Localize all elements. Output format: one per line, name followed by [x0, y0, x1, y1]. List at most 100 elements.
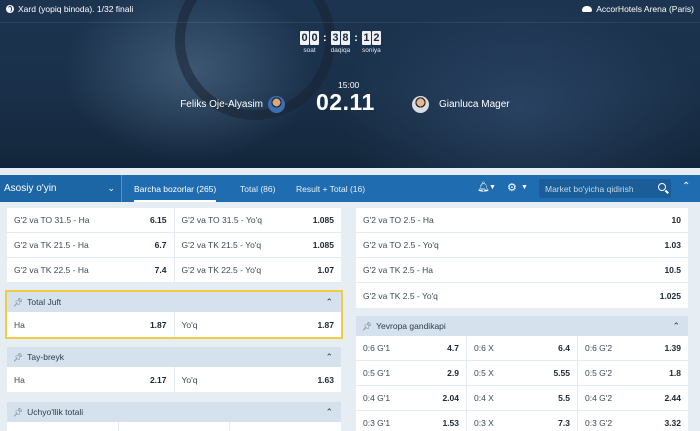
- tournament-name: Xard (yopiq binoda). 1/32 finali: [18, 4, 134, 14]
- market-card: G'2 va TO 2.5 - Ha 10 G'2 va TO 2.5 - Yo'…: [356, 208, 688, 308]
- market-yevropa-gandikapi: 📌︎ Yevropa gandikapi ⌃ 0:6 G'1 4.7 0:6 X6…: [356, 316, 688, 431]
- market-header[interactable]: 📌︎ Tay-breyk ⌃: [7, 347, 341, 367]
- tab-result-total[interactable]: Result + Total (16): [296, 175, 365, 202]
- odds-cell[interactable]: 0:6 X 6.4: [467, 336, 578, 360]
- market-title: Tay-breyk: [27, 352, 64, 362]
- timer-digit: 8: [340, 31, 350, 45]
- market-row: G'2 va TO 31.5 - Ha 6.15 G'2 va TO 31.5 -…: [7, 208, 341, 233]
- timer-minutes: 3 8 daqiqa: [330, 31, 351, 54]
- player1-avatar: [268, 96, 285, 113]
- market-tabbar: Asosiy o'yin ⌄ Barcha bozorlar (265) Tot…: [0, 175, 700, 202]
- tournament-info: Xard (yopiq binoda). 1/32 finali: [6, 4, 133, 14]
- odds-cell[interactable]: 0:3 X 7.3: [467, 411, 578, 431]
- market-tay-breyk: 📌︎ Tay-breyk ⌃ Ha 2.17 Yo'q 1.63: [7, 347, 341, 392]
- chevron-up-icon[interactable]: ⌃: [672, 321, 680, 332]
- odds-cell[interactable]: Yo'q 1.63: [174, 367, 341, 392]
- countdown-timer: 0 0 soat : 3 8 daqiqa : 1 2 soniya: [300, 31, 381, 54]
- market-row: Ha 2.17 Yo'q 1.63: [7, 367, 341, 392]
- odds-cell[interactable]: G'2 va TK 22.5 - Yo'q 1.07: [174, 258, 341, 282]
- odds-cell[interactable]: 0:6 G'1 4.7: [356, 336, 467, 360]
- chevron-up-icon[interactable]: ⌃: [325, 407, 333, 418]
- timer-digit: 0: [310, 31, 319, 45]
- market-row: G'2 va TK 2.5 - Ha 10.5: [356, 258, 688, 283]
- odds-cell[interactable]: G'2 va TO 2.5 - Yo'q 1.03: [356, 233, 688, 257]
- odds-cell[interactable]: 0:5 G'2 1.8: [578, 361, 688, 385]
- odds-cell[interactable]: G'2 va TO 2.5 - Ha 10: [356, 208, 688, 232]
- market-title: Total Juft: [27, 297, 62, 307]
- market-header[interactable]: 📌︎ Total Juft ⌃: [7, 292, 341, 312]
- odds-cell[interactable]: Ha 2.17: [7, 367, 175, 392]
- market-row: 0:4 G'1 2.04 0:4 X 5.5 0:4 G'2 2.44: [356, 386, 688, 411]
- odds-cell[interactable]: G'2 va TK 21.5 - Yo'q 1.085: [174, 233, 341, 257]
- market-row: 0:6 G'1 4.7 0:6 X 6.4 0:6 G'2 1.39: [356, 336, 688, 361]
- stadium-icon: [582, 6, 593, 12]
- market-row: G'2 va TK 2.5 - Yo'q 1.025: [356, 283, 688, 308]
- odds-cell[interactable]: 0:3 G'2 3.32: [578, 411, 688, 431]
- odds-cell[interactable]: 0:3 G'1 1.53: [356, 411, 467, 431]
- odds-cell[interactable]: G'2 va TK 22.5 - Ha 7.4: [7, 258, 175, 282]
- odds-cell[interactable]: [7, 422, 119, 431]
- chevron-up-icon[interactable]: ⌃: [325, 352, 333, 363]
- market-search-input[interactable]: [545, 183, 653, 194]
- tab-all-markets[interactable]: Barcha bozorlar (265): [134, 175, 217, 202]
- timer-hours: 0 0 soat: [300, 31, 319, 54]
- market-card: G'2 va TO 31.5 - Ha 6.15 G'2 va TO 31.5 -…: [7, 208, 341, 283]
- pin-icon[interactable]: 📌︎: [13, 408, 23, 417]
- tab-total[interactable]: Total (86): [240, 175, 275, 202]
- timer-seconds-label: soniya: [361, 47, 381, 54]
- pin-icon[interactable]: 📌︎: [362, 322, 372, 331]
- player2-name[interactable]: Gianluca Mager: [439, 99, 510, 110]
- pin-icon[interactable]: 📌︎: [13, 298, 23, 307]
- timer-digit: 0: [300, 31, 309, 45]
- odds-cell[interactable]: 0:5 G'1 2.9: [356, 361, 467, 385]
- market-row: 0:5 G'1 2.9 0:5 X 5.55 0:5 G'2 1.8: [356, 361, 688, 386]
- odds-cell[interactable]: 0:4 G'1 2.04: [356, 386, 467, 410]
- odds-cell[interactable]: Ha 1.87: [7, 312, 175, 337]
- odds-cell[interactable]: 0:6 G'2 1.39: [578, 336, 688, 360]
- market-uchyollik: 📌︎ Uchyo'llik totali ⌃: [7, 402, 342, 431]
- market-search: [539, 179, 671, 198]
- market-header[interactable]: 📌︎ Yevropa gandikapi ⌃: [356, 316, 688, 336]
- chevron-up-icon[interactable]: ⌃: [325, 297, 333, 308]
- odds-cell[interactable]: 0:4 G'2 2.44: [578, 386, 688, 410]
- market-row: G'2 va TK 22.5 - Ha 7.4 G'2 va TK 22.5 - …: [7, 258, 341, 283]
- market-row: [7, 422, 342, 431]
- pin-icon[interactable]: 📌︎: [13, 353, 23, 362]
- timer-digit: 2: [371, 31, 381, 45]
- venue-name: AccorHotels Arena (Paris): [596, 4, 694, 14]
- market-header[interactable]: 📌︎ Uchyo'llik totali ⌃: [7, 402, 341, 422]
- odds-cell[interactable]: G'2 va TO 31.5 - Ha 6.15: [7, 208, 175, 232]
- timer-digit: 3: [330, 31, 340, 45]
- chevron-down-icon[interactable]: ▼: [489, 184, 496, 191]
- bell-icon[interactable]: 🔔︎: [477, 182, 490, 193]
- odds-cell[interactable]: G'2 va TK 2.5 - Ha 10.5: [356, 258, 688, 282]
- odds-cell[interactable]: G'2 va TK 21.5 - Ha 6.7: [7, 233, 175, 257]
- game-period-select[interactable]: Asosiy o'yin ⌄: [0, 175, 122, 202]
- market-total-juft: 📌︎ Total Juft ⌃ Ha 1.87 Yo'q 1.87: [5, 290, 343, 339]
- market-title: Yevropa gandikapi: [376, 321, 446, 331]
- chevron-down-icon[interactable]: ▼: [521, 184, 528, 191]
- collapse-icon[interactable]: ⌃: [682, 181, 690, 192]
- timer-hours-label: soat: [303, 47, 316, 54]
- odds-cell[interactable]: 0:5 X 5.55: [467, 361, 578, 385]
- timer-minutes-label: daqiqa: [330, 47, 351, 54]
- market-row: G'2 va TO 2.5 - Ha 10: [356, 208, 688, 233]
- odds-cell[interactable]: G'2 va TK 2.5 - Yo'q 1.025: [356, 283, 688, 308]
- market-row: G'2 va TO 2.5 - Yo'q 1.03: [356, 233, 688, 258]
- venue-info: AccorHotels Arena (Paris): [582, 4, 694, 14]
- event-header: Xard (yopiq binoda). 1/32 finali AccorHo…: [0, 0, 700, 168]
- odds-cell[interactable]: 0:4 X 5.5: [467, 386, 578, 410]
- odds-cell[interactable]: [230, 422, 342, 431]
- market-row: G'2 va TK 21.5 - Ha 6.7 G'2 va TK 21.5 - …: [7, 233, 341, 258]
- player2-avatar: [412, 96, 429, 113]
- search-icon[interactable]: [658, 183, 666, 191]
- odds-cell[interactable]: G'2 va TO 31.5 - Yo'q 1.085: [174, 208, 341, 232]
- player1-name[interactable]: Feliks Oje-Alyasim: [180, 99, 263, 110]
- market-row: Ha 1.87 Yo'q 1.87: [7, 312, 341, 337]
- odds-cell[interactable]: Yo'q 1.87: [174, 312, 341, 337]
- market-row: 0:3 G'1 1.53 0:3 X 7.3 0:3 G'2 3.32: [356, 411, 688, 431]
- timer-digit: 1: [361, 31, 371, 45]
- event-date: 02.11: [316, 89, 375, 115]
- odds-cell[interactable]: [118, 422, 231, 431]
- gear-icon[interactable]: ⚙: [507, 181, 517, 194]
